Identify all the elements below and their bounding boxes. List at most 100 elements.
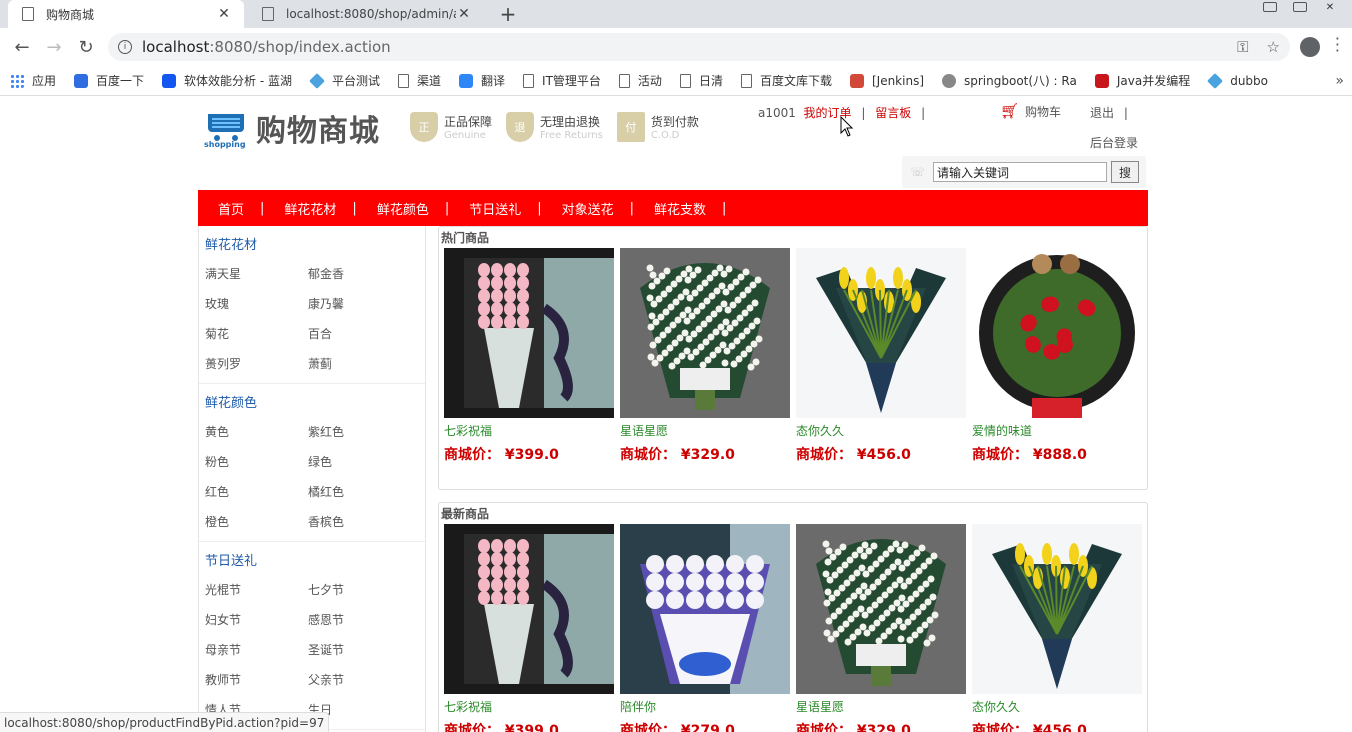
- bookmarks-overflow-icon[interactable]: »: [1335, 73, 1344, 89]
- product-image[interactable]: [796, 248, 966, 418]
- cart-link[interactable]: 🛒︎ 购物车: [1000, 102, 1061, 120]
- bookmark-item[interactable]: 软体效能分析 - 蓝湖: [162, 72, 292, 89]
- category-link[interactable]: 满天星: [205, 259, 308, 289]
- bookmark-item[interactable]: IT管理平台: [523, 72, 601, 89]
- message-board-link[interactable]: 留言板: [875, 106, 911, 120]
- category-link[interactable]: 红色: [205, 477, 308, 507]
- product-card[interactable]: 陪伴你 商城价： ¥279.0: [620, 524, 790, 732]
- product-name[interactable]: 星语星愿: [620, 422, 790, 440]
- product-name[interactable]: 陪伴你: [620, 698, 790, 716]
- category-link[interactable]: 黄色: [205, 417, 308, 447]
- bookmark-item[interactable]: 百度一下: [74, 72, 144, 89]
- product-name[interactable]: 星语星愿: [796, 698, 966, 716]
- category-link[interactable]: 蒉列罗: [205, 349, 308, 379]
- bookmark-item[interactable]: 应用: [10, 72, 56, 89]
- tab-shop-home[interactable]: 购物商城 ✕: [8, 0, 244, 28]
- product-card[interactable]: 星语星愿 商城价： ¥329.0: [796, 524, 966, 732]
- category-link[interactable]: 感恩节: [308, 605, 411, 635]
- bookmark-item[interactable]: Java并发编程: [1094, 72, 1190, 89]
- bookmark-item[interactable]: 翻译: [459, 72, 505, 89]
- product-card[interactable]: 七彩祝福 商城价： ¥399.0: [444, 248, 614, 464]
- logout-link[interactable]: 退出: [1090, 106, 1114, 120]
- category-title[interactable]: 鲜花花材: [199, 226, 425, 259]
- search-input[interactable]: [933, 162, 1108, 182]
- category-link[interactable]: 母亲节: [205, 635, 308, 665]
- bookmark-item[interactable]: 活动: [618, 72, 662, 89]
- category-link[interactable]: 橘红色: [308, 477, 411, 507]
- close-icon[interactable]: ✕: [456, 6, 472, 22]
- close-icon[interactable]: ✕: [216, 6, 232, 22]
- search-button[interactable]: 搜: [1111, 161, 1140, 183]
- product-image[interactable]: [620, 524, 790, 694]
- product-image[interactable]: [444, 248, 614, 418]
- category-link[interactable]: 粉色: [205, 447, 308, 477]
- product-image[interactable]: [972, 248, 1142, 418]
- product-card[interactable]: 态你久久 商城价： ¥456.0: [796, 248, 966, 464]
- bookmark-item[interactable]: 平台测试: [309, 72, 380, 89]
- nav-item[interactable]: 首页: [218, 199, 244, 218]
- category-link[interactable]: 七夕节: [308, 575, 411, 605]
- bookmarks-bar: 应用 百度一下 软体效能分析 - 蓝湖 平台测试 渠道 翻译 IT管理平台 活动 日清 百度文库下…: [0, 66, 1352, 96]
- category-link[interactable]: 圣诞节: [308, 635, 411, 665]
- bookmark-item[interactable]: springboot(八) : Ra: [942, 72, 1077, 89]
- category-link[interactable]: 绿色: [308, 447, 411, 477]
- category-link[interactable]: 紫红色: [308, 417, 411, 447]
- nav-item[interactable]: 鲜花花材: [284, 199, 336, 218]
- forward-button[interactable]: →: [40, 33, 68, 61]
- menu-icon[interactable]: · · ·: [1335, 31, 1340, 59]
- tab-admin[interactable]: localhost:8080/shop/admin/ac ✕: [248, 0, 484, 28]
- product-image[interactable]: [796, 524, 966, 694]
- product-name[interactable]: 七彩祝福: [444, 422, 614, 440]
- category-link[interactable]: 郁金香: [308, 259, 411, 289]
- category-link[interactable]: 萧蓟: [308, 349, 411, 379]
- address-bar[interactable]: i localhost:8080/shop/index.action ⚿ ☆: [108, 33, 1290, 61]
- info-icon[interactable]: i: [118, 40, 132, 54]
- category-link[interactable]: 父亲节: [308, 665, 411, 695]
- bookmark-item[interactable]: [Jenkins]: [849, 73, 924, 88]
- product-name[interactable]: 七彩祝福: [444, 698, 614, 716]
- bookmark-item[interactable]: 日清: [679, 72, 723, 89]
- back-button[interactable]: ←: [8, 33, 36, 61]
- bookmark-item[interactable]: 渠道: [398, 72, 441, 89]
- star-icon[interactable]: ☆: [1267, 38, 1280, 56]
- product-name[interactable]: 态你久久: [972, 698, 1142, 716]
- restore-button[interactable]: [1286, 0, 1314, 14]
- site-logo[interactable]: shopping 购物商城: [204, 106, 380, 150]
- product-card[interactable]: 星语星愿 商城价： ¥329.0: [620, 248, 790, 464]
- category-link[interactable]: 菊花: [205, 319, 308, 349]
- product-card[interactable]: 爱情的味道 商城价： ¥888.0: [972, 248, 1142, 464]
- nav-item[interactable]: 鲜花颜色: [377, 199, 429, 218]
- product-name[interactable]: 态你久久: [796, 422, 966, 440]
- nav-item[interactable]: 对象送花: [562, 199, 614, 218]
- page-content: shopping 购物商城 正 正品保障 Genuine 退 无理由退换 Free …: [0, 96, 1352, 732]
- reload-button[interactable]: ↻: [72, 33, 100, 61]
- product-image[interactable]: [444, 524, 614, 694]
- nav-item[interactable]: 节日送礼: [469, 199, 521, 218]
- category-link[interactable]: 百合: [308, 319, 411, 349]
- category-link[interactable]: 教师节: [205, 665, 308, 695]
- key-icon[interactable]: ⚿: [1237, 38, 1248, 56]
- new-tab-button[interactable]: +: [496, 2, 520, 26]
- category-link[interactable]: 香槟色: [308, 507, 411, 537]
- nav-item[interactable]: 鲜花支数: [654, 199, 706, 218]
- category-title[interactable]: 节日送礼: [199, 542, 425, 575]
- url-text[interactable]: localhost:8080/shop/index.action: [142, 38, 1237, 56]
- close-window-button[interactable]: ✕: [1316, 0, 1344, 14]
- category-link[interactable]: 康乃馨: [308, 289, 411, 319]
- product-image[interactable]: [972, 524, 1142, 694]
- category-link[interactable]: 妇女节: [205, 605, 308, 635]
- product-name[interactable]: 爱情的味道: [972, 422, 1142, 440]
- product-card[interactable]: 态你久久 商城价： ¥456.0: [972, 524, 1142, 732]
- minimize-button[interactable]: [1256, 0, 1284, 14]
- profile-avatar-icon[interactable]: [1300, 37, 1320, 57]
- bookmark-item[interactable]: dubbo: [1207, 72, 1268, 89]
- admin-login-link[interactable]: 后台登录: [1090, 134, 1138, 151]
- category-link[interactable]: 玫瑰: [205, 289, 308, 319]
- category-title[interactable]: 鲜花颜色: [199, 384, 425, 417]
- product-image[interactable]: [620, 248, 790, 418]
- category-link[interactable]: 光棍节: [205, 575, 308, 605]
- search-box: ☏ 搜: [902, 156, 1146, 188]
- product-card[interactable]: 七彩祝福 商城价： ¥399.0: [444, 524, 614, 732]
- category-link[interactable]: 橙色: [205, 507, 308, 537]
- bookmark-item[interactable]: 百度文库下载: [740, 72, 832, 89]
